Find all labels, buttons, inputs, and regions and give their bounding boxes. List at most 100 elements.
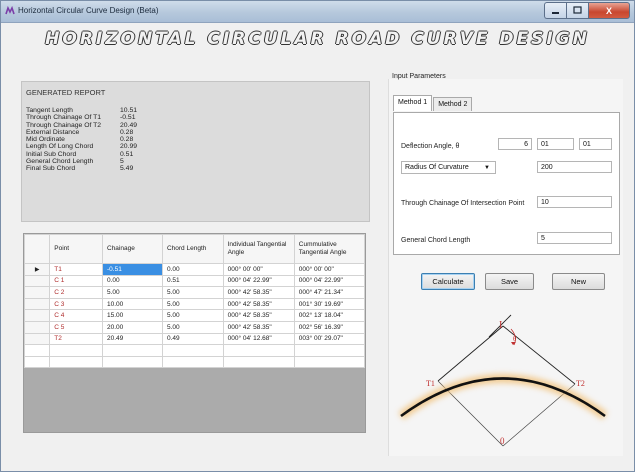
cell-chord-length[interactable]: 5.00 (161, 320, 224, 334)
grid-header-row: Point Chainage Chord Length Individual T… (24, 234, 365, 264)
cell-chainage[interactable]: 10.00 (102, 297, 163, 311)
intersection-chainage-input[interactable] (537, 196, 612, 208)
report-value: 20.99 (120, 143, 138, 151)
cell-individual-angle[interactable]: 000° 42' 58.35" (222, 309, 295, 322)
label-t2: T2 (576, 379, 585, 388)
table-row[interactable]: C 1 0.00 0.51 000° 04' 22.99" 000° 04' 2… (24, 274, 365, 288)
column-header-individual-angle[interactable]: Individual Tangential Angle (222, 234, 295, 264)
cell-cumulative-angle[interactable]: 000° 00' 00" (293, 263, 365, 276)
table-row[interactable]: ▶ T1 -0.51 0.00 000° 00' 00" 000° 00' 00… (24, 263, 365, 276)
cell-point[interactable]: C 3 (49, 297, 103, 311)
tab-method-2[interactable]: Method 2 (433, 97, 473, 111)
radius-type-select[interactable]: Radius Of Curvature ▼ (401, 161, 496, 174)
table-row[interactable]: C 5 20.00 5.00 000° 42' 58.35" 002° 56' … (24, 320, 365, 334)
radius-input[interactable] (537, 161, 612, 173)
empty-cell[interactable] (161, 355, 224, 369)
column-header-chord-length[interactable]: Chord Length (161, 234, 224, 264)
table-row[interactable]: C 4 15.00 5.00 000° 42' 58.35" 002° 13' … (24, 309, 365, 322)
input-parameters-title: Input Parameters (392, 73, 446, 80)
cell-point[interactable]: T2 (49, 332, 103, 346)
row-pointer-icon[interactable]: ▶ (24, 263, 51, 276)
tangent-line-back (437, 325, 504, 382)
empty-table-row[interactable] (24, 355, 365, 369)
empty-cell[interactable] (222, 344, 295, 357)
calculate-button[interactable]: Calculate (421, 273, 475, 290)
cell-individual-angle[interactable]: 000° 42' 58.35" (222, 320, 295, 334)
curve-diagram: I θ T1 T2 0 (398, 314, 608, 447)
row-header[interactable] (24, 297, 51, 311)
cell-chord-length[interactable]: 0.49 (161, 332, 224, 346)
tab-method-1[interactable]: Method 1 (393, 95, 433, 111)
empty-cell[interactable] (49, 344, 103, 357)
row-header[interactable] (24, 332, 51, 346)
cell-chainage[interactable]: 5.00 (102, 286, 163, 299)
cell-individual-angle[interactable]: 000° 42' 58.35" (222, 297, 295, 311)
report-label: Tangent Length (26, 107, 73, 114)
empty-cell[interactable] (161, 344, 224, 357)
minimize-button[interactable] (544, 2, 566, 19)
empty-cell[interactable] (49, 355, 103, 369)
table-row[interactable]: C 2 5.00 5.00 000° 42' 58.35" 000° 47' 2… (24, 286, 365, 299)
column-header-chainage[interactable]: Chainage (102, 234, 163, 264)
column-header-cumulative-angle[interactable]: Cummulative Tangential Angle (293, 234, 365, 264)
row-header[interactable] (24, 355, 51, 369)
cell-individual-angle[interactable]: 000° 00' 00" (222, 263, 295, 276)
empty-cell[interactable] (102, 344, 163, 357)
cell-individual-angle[interactable]: 000° 42' 58.35" (222, 286, 295, 299)
cell-cumulative-angle[interactable]: 002° 56' 16.39" (293, 320, 365, 334)
row-header[interactable] (24, 274, 51, 288)
cell-point[interactable]: C 1 (49, 274, 103, 288)
cell-chainage[interactable]: 15.00 (102, 309, 163, 322)
cell-point[interactable]: C 5 (49, 320, 103, 334)
general-chord-length-input[interactable] (537, 232, 612, 244)
cell-chord-length[interactable]: 0.51 (161, 274, 224, 288)
empty-table-row[interactable] (24, 344, 365, 357)
table-row[interactable]: C 3 10.00 5.00 000° 42' 58.35" 001° 30' … (24, 297, 365, 311)
cell-chord-length[interactable]: 0.00 (161, 263, 224, 276)
cell-cumulative-angle[interactable]: 003° 00' 29.07" (293, 332, 365, 346)
row-header[interactable] (24, 286, 51, 299)
cell-chainage[interactable]: 20.00 (102, 320, 163, 334)
cell-chainage[interactable]: -0.51 (102, 263, 163, 276)
window-controls: X (544, 2, 630, 19)
title-bar[interactable]: Horizontal Circular Curve Design (Beta) … (1, 1, 634, 23)
report-value: 0.28 (120, 136, 134, 144)
report-title: GENERATED REPORT (26, 88, 106, 97)
cell-chainage[interactable]: 20.49 (102, 332, 163, 346)
cell-chord-length[interactable]: 5.00 (161, 309, 224, 322)
intersection-chainage-label: Through Chainage Of Intersection Point (401, 200, 525, 207)
cell-cumulative-angle[interactable]: 000° 47' 21.34" (293, 286, 365, 299)
cell-point[interactable]: T1 (49, 263, 103, 276)
row-header[interactable] (24, 320, 51, 334)
maximize-button[interactable] (566, 2, 588, 19)
cell-cumulative-angle[interactable]: 000° 04' 22.99" (293, 274, 365, 288)
row-header[interactable] (24, 309, 51, 322)
report-label: General Chord Length (26, 158, 94, 166)
empty-cell[interactable] (293, 344, 365, 357)
cell-point[interactable]: C 4 (49, 309, 103, 322)
empty-cell[interactable] (222, 355, 295, 369)
cell-individual-angle[interactable]: 000° 04' 22.99" (222, 274, 295, 288)
save-button[interactable]: Save (485, 273, 534, 290)
column-header-point[interactable]: Point (49, 234, 103, 264)
close-button[interactable]: X (588, 2, 630, 19)
cell-point[interactable]: C 2 (49, 286, 103, 299)
cell-individual-angle[interactable]: 000° 04' 12.68" (222, 332, 295, 346)
label-theta: θ (513, 335, 517, 343)
cell-cumulative-angle[interactable]: 002° 13' 18.04" (293, 309, 365, 322)
cell-chord-length[interactable]: 5.00 (161, 297, 224, 311)
results-grid[interactable]: Point Chainage Chord Length Individual T… (23, 233, 366, 433)
empty-cell[interactable] (102, 355, 163, 369)
empty-cell[interactable] (293, 355, 365, 369)
deflection-minutes-input[interactable] (537, 138, 574, 150)
deflection-degrees-input[interactable] (498, 138, 532, 150)
deflection-angle-label: Deflection Angle, θ (401, 143, 460, 150)
cell-chainage[interactable]: 0.00 (102, 274, 163, 288)
deflection-seconds-input[interactable] (579, 138, 612, 150)
new-button[interactable]: New (552, 273, 605, 290)
cell-cumulative-angle[interactable]: 001° 30' 19.69" (293, 297, 365, 311)
report-label: Through Chainage Of T2 (26, 121, 102, 129)
table-row[interactable]: T2 20.49 0.49 000° 04' 12.68" 003° 00' 2… (24, 332, 365, 346)
row-header[interactable] (24, 344, 51, 357)
cell-chord-length[interactable]: 5.00 (161, 286, 224, 299)
